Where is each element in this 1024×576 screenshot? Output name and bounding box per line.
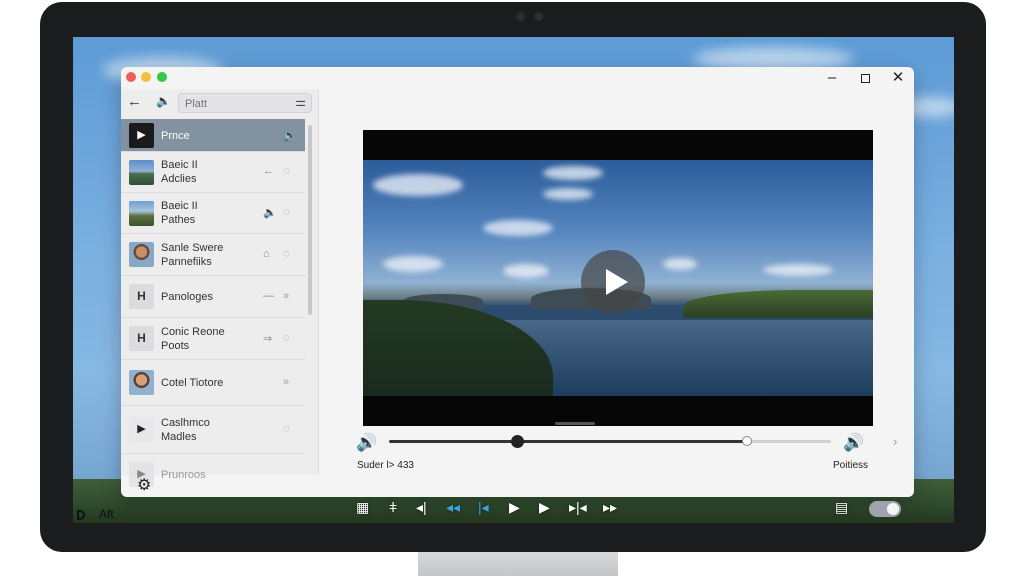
video-cloud bbox=[663, 258, 697, 270]
sidebar-toolbar: ← 🔈 ⚌ bbox=[121, 89, 318, 117]
video-frame[interactable] bbox=[363, 160, 873, 396]
thumbnail-image bbox=[129, 160, 154, 185]
player-grip bbox=[555, 422, 595, 425]
list-item[interactable]: H Conic Reone Poots ⇒ ◌ bbox=[121, 318, 305, 360]
speaker-icon[interactable]: 🔈 bbox=[263, 206, 277, 219]
item-label: Sanle Swere Pannefiiks bbox=[161, 242, 224, 268]
monitor-stand bbox=[418, 552, 618, 576]
list-item[interactable]: ▶ Prnce 🔈 bbox=[121, 119, 305, 152]
video-player[interactable] bbox=[363, 130, 873, 426]
monitor-bezel: Aft – ✕ ← 🔈 ⚌ bbox=[40, 2, 986, 552]
list-item[interactable]: Baeic II Adclies ← ◌ bbox=[121, 152, 305, 193]
rewind-icon[interactable]: ◂| bbox=[416, 499, 427, 516]
list-item[interactable]: ▶ Caslhmco Madles ◌ bbox=[121, 406, 305, 454]
play-icon[interactable]: ▶ bbox=[509, 499, 520, 516]
letter-icon: H bbox=[129, 284, 154, 309]
fast-forward-icon[interactable]: ▸▸ bbox=[603, 499, 617, 516]
play-overlay-button[interactable] bbox=[581, 250, 645, 314]
info-icon[interactable]: ◌ bbox=[283, 206, 290, 218]
video-cloud bbox=[373, 174, 463, 196]
skip-back-icon[interactable]: |◂ bbox=[478, 499, 489, 516]
video-shore bbox=[363, 300, 553, 396]
info-icon[interactable]: ◌ bbox=[283, 165, 290, 177]
seek-handle[interactable] bbox=[511, 435, 525, 448]
speaker-icon[interactable]: 🔈 bbox=[156, 94, 171, 108]
time-readout: Suder l> 433 bbox=[357, 460, 414, 471]
gear-icon[interactable]: ⚙ bbox=[137, 475, 151, 495]
thumbnail-image bbox=[129, 370, 154, 395]
layout-icon[interactable]: ▤ bbox=[835, 499, 848, 516]
close-button[interactable]: ✕ bbox=[888, 69, 908, 87]
item-label: Panologes bbox=[161, 291, 213, 303]
media-player-window: – ✕ ← 🔈 ⚌ ▶ Prnce bbox=[121, 67, 914, 497]
desktop-screen: Aft – ✕ ← 🔈 ⚌ bbox=[73, 37, 954, 523]
volume-icon[interactable]: 🔊 bbox=[356, 433, 377, 453]
video-cloud bbox=[763, 264, 833, 276]
item-label: Baeic II Adclies bbox=[161, 159, 198, 185]
info-icon[interactable]: ◌ bbox=[283, 423, 290, 435]
dash-icon[interactable]: — bbox=[263, 290, 274, 302]
volume-max-icon[interactable]: 🔊 bbox=[843, 433, 864, 453]
grid-icon[interactable]: ▦ bbox=[356, 499, 369, 516]
item-label: Baeic II Pathes bbox=[161, 200, 198, 226]
list-item[interactable]: Sanle Swere Pannefiiks ⌂ ◌ bbox=[121, 234, 305, 276]
split-icon[interactable]: ǂ bbox=[389, 499, 397, 515]
speaker-icon[interactable]: 🔈 bbox=[283, 129, 297, 142]
title-bar[interactable]: – ✕ bbox=[121, 67, 914, 89]
video-water bbox=[503, 320, 873, 396]
skip-forward-icon[interactable]: ▸|◂ bbox=[569, 499, 587, 516]
thumbnail-image bbox=[129, 201, 154, 226]
close-dot[interactable] bbox=[126, 72, 136, 82]
list-item[interactable]: Cotel Tiotore » bbox=[121, 360, 305, 406]
list-item[interactable]: Baeic II Pathes 🔈 ◌ bbox=[121, 193, 305, 234]
item-label: Prunroos bbox=[161, 469, 206, 481]
letter-icon: H bbox=[129, 326, 154, 351]
maximize-button[interactable] bbox=[855, 69, 875, 87]
thumbnail-image bbox=[129, 242, 154, 267]
video-cloud bbox=[383, 256, 443, 272]
item-label: Prnce bbox=[161, 130, 190, 142]
back-arrow-icon[interactable]: ← bbox=[263, 165, 274, 177]
minimize-button[interactable]: – bbox=[822, 69, 842, 87]
zoom-dot[interactable] bbox=[157, 72, 167, 82]
play-next-icon[interactable]: ▶ bbox=[539, 499, 550, 516]
camera-dot bbox=[534, 12, 543, 21]
search-box: ⚌ bbox=[178, 93, 312, 113]
seek-bar[interactable] bbox=[389, 435, 831, 448]
video-cloud bbox=[543, 188, 593, 200]
chevron-right-icon[interactable]: » bbox=[283, 376, 289, 388]
play-icon: ▶ bbox=[129, 417, 154, 442]
video-cloud bbox=[483, 220, 553, 236]
info-icon[interactable]: ◌ bbox=[283, 332, 290, 344]
maximize-icon bbox=[860, 73, 870, 83]
chevron-right-icon[interactable]: › bbox=[893, 434, 897, 449]
playlist-sidebar: ← 🔈 ⚌ ▶ Prnce 🔈 Baeic II Adc bbox=[121, 89, 319, 487]
filter-icon[interactable]: ⚌ bbox=[295, 95, 306, 109]
item-label: Conic Reone Poots bbox=[161, 326, 225, 352]
item-label: Cotel Tiotore bbox=[161, 377, 224, 389]
camera-dot bbox=[516, 12, 525, 21]
taskbar: ▦ ǂ ◂| ◂◂ |◂ ▶ ▶ ▸|◂ ▸▸ ▤ bbox=[73, 495, 954, 523]
quality-label: Poitiess bbox=[833, 460, 869, 471]
info-icon[interactable]: ◌ bbox=[283, 248, 290, 260]
item-label: Caslhmco Madles bbox=[161, 417, 210, 443]
video-cloud bbox=[543, 166, 603, 180]
cloud-icon[interactable]: ⌂ bbox=[263, 248, 270, 260]
chevron-right-icon[interactable]: » bbox=[283, 290, 289, 302]
theme-toggle[interactable] bbox=[869, 501, 901, 517]
list-item[interactable]: H Panologes — » bbox=[121, 276, 305, 318]
seek-progress bbox=[389, 440, 748, 443]
video-shore bbox=[683, 290, 873, 318]
minimize-dot[interactable] bbox=[141, 72, 151, 82]
arrow-icon[interactable]: ⇒ bbox=[263, 332, 272, 345]
play-icon: ▶ bbox=[129, 123, 154, 148]
playlist: ▶ Prnce 🔈 Baeic II Adclies ← ◌ Baeic II … bbox=[121, 119, 305, 494]
video-cloud bbox=[503, 264, 549, 278]
buffer-handle[interactable] bbox=[742, 436, 753, 446]
sidebar-scrollbar[interactable] bbox=[308, 125, 312, 315]
fast-rewind-icon[interactable]: ◂◂ bbox=[446, 499, 460, 516]
back-arrow-icon[interactable]: ← bbox=[127, 93, 142, 110]
search-input[interactable] bbox=[179, 95, 279, 113]
